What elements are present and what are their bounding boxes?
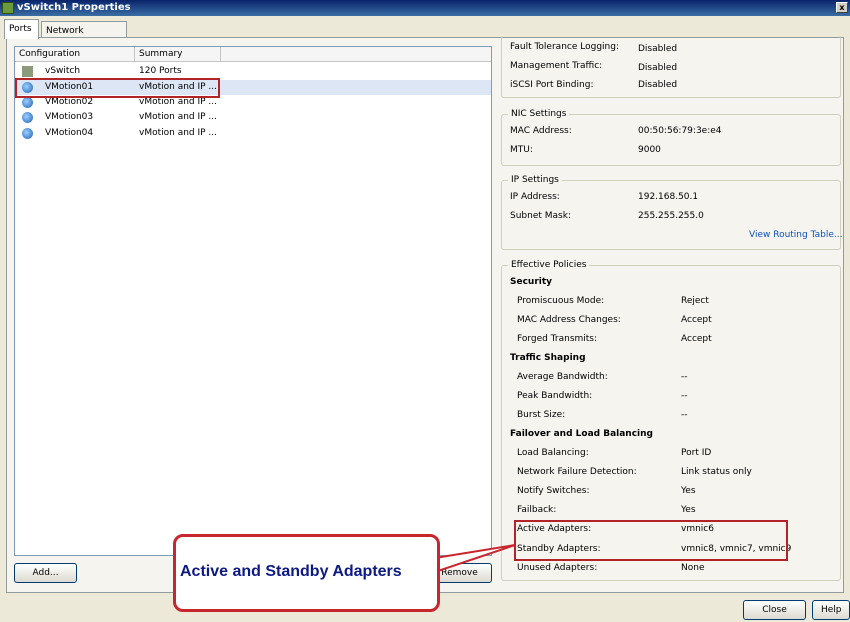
peak-bandwidth-value: --	[681, 391, 688, 401]
subnet-mask-value: 255.255.255.0	[638, 211, 704, 221]
average-bandwidth-value: --	[681, 372, 688, 382]
fault-tolerance-logging-label: Fault Tolerance Logging:	[510, 42, 619, 52]
forged-transmits-value: Accept	[681, 334, 712, 344]
promiscuous-mode-label: Promiscuous Mode:	[517, 296, 605, 306]
callout-pointer	[434, 544, 516, 574]
mtu-label: MTU:	[510, 145, 533, 155]
iscsi-port-binding-value: Disabled	[638, 80, 678, 90]
ip-settings-title: IP Settings	[508, 175, 562, 186]
failover-heading: Failover and Load Balancing	[510, 429, 653, 439]
traffic-shaping-heading: Traffic Shaping	[510, 353, 586, 363]
add-button[interactable]: Add...	[14, 563, 77, 583]
port-name: VMotion03	[45, 112, 94, 122]
notify-switches-value: Yes	[681, 486, 696, 496]
port-name: VMotion04	[45, 128, 94, 138]
iscsi-port-binding-label: iSCSI Port Binding:	[510, 80, 594, 90]
security-heading: Security	[510, 277, 553, 287]
port-summary: vMotion and IP ...	[139, 112, 218, 122]
window-title: vSwitch1 Properties	[17, 2, 131, 13]
list-item-vmotion03[interactable]: VMotion03 vMotion and IP ...	[15, 110, 491, 125]
port-name: vSwitch	[45, 66, 81, 76]
view-routing-table-link[interactable]: View Routing Table...	[749, 229, 842, 241]
ip-address-label: IP Address:	[510, 192, 560, 202]
load-balancing-value: Port ID	[681, 448, 712, 458]
notify-switches-label: Notify Switches:	[517, 486, 590, 496]
unused-adapters-label: Unused Adapters:	[517, 563, 598, 573]
vmkernel-port-icon	[22, 128, 33, 139]
nic-settings-group: NIC Settings	[501, 109, 841, 166]
tab-ports[interactable]: Ports	[4, 19, 39, 39]
effective-policies-title: Effective Policies	[508, 260, 590, 271]
vmkernel-port-icon	[22, 97, 33, 108]
management-traffic-label: Management Traffic:	[510, 61, 603, 71]
list-item-vswitch[interactable]: vSwitch 120 Ports	[15, 64, 491, 79]
load-balancing-label: Load Balancing:	[517, 448, 589, 458]
adapters-highlight	[514, 520, 788, 561]
close-button[interactable]: Close	[743, 600, 806, 620]
subnet-mask-label: Subnet Mask:	[510, 211, 571, 221]
promiscuous-mode-value: Reject	[681, 296, 709, 306]
column-header-summary[interactable]: Summary	[135, 47, 221, 61]
selected-port-highlight	[15, 78, 220, 98]
mtu-value: 9000	[638, 145, 661, 155]
port-summary: 120 Ports	[139, 66, 182, 76]
switch-icon	[22, 66, 33, 77]
vmkernel-port-icon	[22, 112, 33, 123]
close-icon[interactable]: x	[836, 2, 848, 13]
mac-address-changes-value: Accept	[681, 315, 712, 325]
burst-size-label: Burst Size:	[517, 410, 566, 420]
management-traffic-value: Disabled	[638, 63, 678, 73]
vsphere-app-icon	[2, 2, 14, 14]
fault-tolerance-logging-value: Disabled	[638, 44, 678, 54]
failback-value: Yes	[681, 505, 696, 515]
ip-address-value: 192.168.50.1	[638, 192, 699, 202]
mac-address-label: MAC Address:	[510, 126, 572, 136]
window-title-bar: vSwitch1 Properties x	[0, 0, 850, 16]
failback-label: Failback:	[517, 505, 557, 515]
help-button[interactable]: Help	[812, 600, 850, 620]
network-failure-detection-value: Link status only	[681, 467, 752, 477]
peak-bandwidth-label: Peak Bandwidth:	[517, 391, 593, 401]
ports-list[interactable]: Configuration Summary vSwitch 120 Ports …	[14, 46, 492, 556]
burst-size-value: --	[681, 410, 688, 420]
list-item-vmotion04[interactable]: VMotion04 vMotion and IP ...	[15, 126, 491, 141]
mac-address-value: 00:50:56:79:3e:e4	[638, 126, 722, 136]
ports-list-header: Configuration Summary	[15, 47, 491, 62]
network-failure-detection-label: Network Failure Detection:	[517, 467, 637, 477]
average-bandwidth-label: Average Bandwidth:	[517, 372, 608, 382]
mac-address-changes-label: MAC Address Changes:	[517, 315, 621, 325]
column-header-configuration[interactable]: Configuration	[15, 47, 135, 61]
port-summary: vMotion and IP ...	[139, 128, 218, 138]
unused-adapters-value: None	[681, 563, 705, 573]
nic-settings-title: NIC Settings	[508, 109, 570, 120]
forged-transmits-label: Forged Transmits:	[517, 334, 598, 344]
callout-text: Active and Standby Adapters	[180, 563, 402, 580]
